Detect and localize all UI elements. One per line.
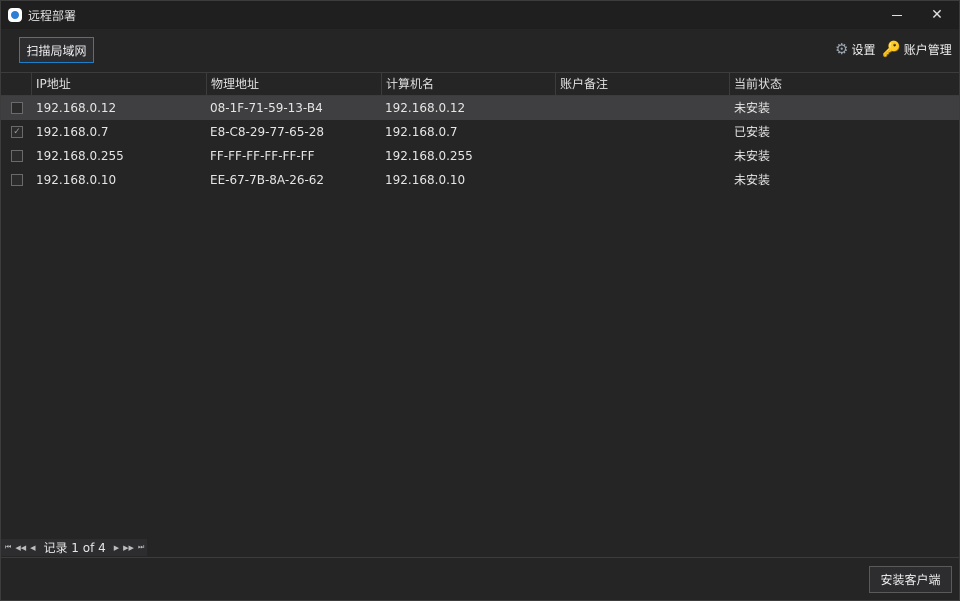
column-header-account-note[interactable]: 账户备注 <box>555 73 729 96</box>
last-page-icon[interactable]: ⏭ <box>138 543 144 552</box>
pager-record-text: 记录 1 of 4 <box>43 541 106 555</box>
device-grid: IP地址 物理地址 计算机名 账户备注 当前状态 192.168.0.12 08… <box>1 72 959 538</box>
next-page-fast-icon[interactable]: ▶▶ <box>123 544 134 552</box>
row-checkbox[interactable] <box>11 102 23 114</box>
cell-mac: EE-67-7B-8A-26-62 <box>210 173 325 187</box>
prev-page-icon[interactable]: ◀ <box>30 544 35 552</box>
cell-computer-name: 192.168.0.255 <box>385 149 473 163</box>
close-button[interactable]: ✕ <box>915 1 959 29</box>
cell-computer-name: 192.168.0.12 <box>385 101 466 115</box>
cell-ip: 192.168.0.255 <box>36 149 124 163</box>
scan-lan-button[interactable]: 扫描局域网 <box>19 37 94 63</box>
cell-ip: 192.168.0.12 <box>36 101 117 115</box>
cell-status: 未安装 <box>734 149 771 163</box>
account-management-button[interactable]: 🔑 账户管理 <box>882 41 952 58</box>
title-bar: 远程部署 ✕ <box>1 1 959 29</box>
main-window: 远程部署 ✕ 扫描局域网 ⚙ 设置 🔑 账户管理 IP地址 物理地址 计算机名 … <box>0 0 960 601</box>
cell-status: 未安装 <box>734 173 771 187</box>
table-row[interactable]: 192.168.0.12 08-1F-71-59-13-B4 192.168.0… <box>1 96 959 120</box>
row-checkbox[interactable] <box>11 174 23 186</box>
column-header-mac[interactable]: 物理地址 <box>206 73 381 96</box>
key-icon: 🔑 <box>882 40 901 58</box>
next-page-icon[interactable]: ▶ <box>114 544 119 552</box>
table-row[interactable]: 192.168.0.255 FF-FF-FF-FF-FF-FF 192.168.… <box>1 144 959 168</box>
cell-account-note <box>555 168 559 192</box>
install-client-button[interactable]: 安装客户端 <box>869 566 952 593</box>
checkmark-icon: ✓ <box>13 126 21 137</box>
close-icon: ✕ <box>931 7 943 23</box>
account-management-label: 账户管理 <box>903 43 952 57</box>
app-icon <box>8 8 22 22</box>
cell-account-note <box>555 96 559 120</box>
toolbar: 扫描局域网 ⚙ 设置 🔑 账户管理 <box>1 29 959 71</box>
prev-page-fast-icon[interactable]: ◀◀ <box>15 544 26 552</box>
row-checkbox[interactable] <box>11 150 23 162</box>
pager: ⏮ ◀◀ ◀ 记录 1 of 4 ▶ ▶▶ ⏭ <box>1 539 147 556</box>
row-checkbox[interactable]: ✓ <box>11 126 23 138</box>
settings-label: 设置 <box>851 43 876 57</box>
minimize-icon <box>892 14 902 16</box>
column-header-computer-name[interactable]: 计算机名 <box>381 73 555 96</box>
gear-icon: ⚙ <box>835 40 849 58</box>
settings-button[interactable]: ⚙ 设置 <box>835 41 875 58</box>
cell-status: 未安装 <box>734 101 771 115</box>
cell-account-note <box>555 144 559 168</box>
column-header-ip[interactable]: IP地址 <box>31 73 206 96</box>
cell-ip: 192.168.0.7 <box>36 125 109 139</box>
first-page-icon[interactable]: ⏮ <box>5 543 11 552</box>
footer-divider <box>1 557 959 558</box>
cell-account-note <box>555 120 559 144</box>
cell-computer-name: 192.168.0.10 <box>385 173 466 187</box>
cell-computer-name: 192.168.0.7 <box>385 125 458 139</box>
column-header-status[interactable]: 当前状态 <box>729 73 959 96</box>
cell-status: 已安装 <box>734 125 771 139</box>
table-row[interactable]: 192.168.0.10 EE-67-7B-8A-26-62 192.168.0… <box>1 168 959 192</box>
cell-mac: E8-C8-29-77-65-28 <box>210 125 324 139</box>
grid-header: IP地址 物理地址 计算机名 账户备注 当前状态 <box>1 73 959 96</box>
window-title: 远程部署 <box>28 8 77 23</box>
cell-mac: FF-FF-FF-FF-FF-FF <box>210 149 315 163</box>
cell-mac: 08-1F-71-59-13-B4 <box>210 101 323 115</box>
table-row[interactable]: ✓ 192.168.0.7 E8-C8-29-77-65-28 192.168.… <box>1 120 959 144</box>
minimize-button[interactable] <box>875 1 919 29</box>
cell-ip: 192.168.0.10 <box>36 173 117 187</box>
